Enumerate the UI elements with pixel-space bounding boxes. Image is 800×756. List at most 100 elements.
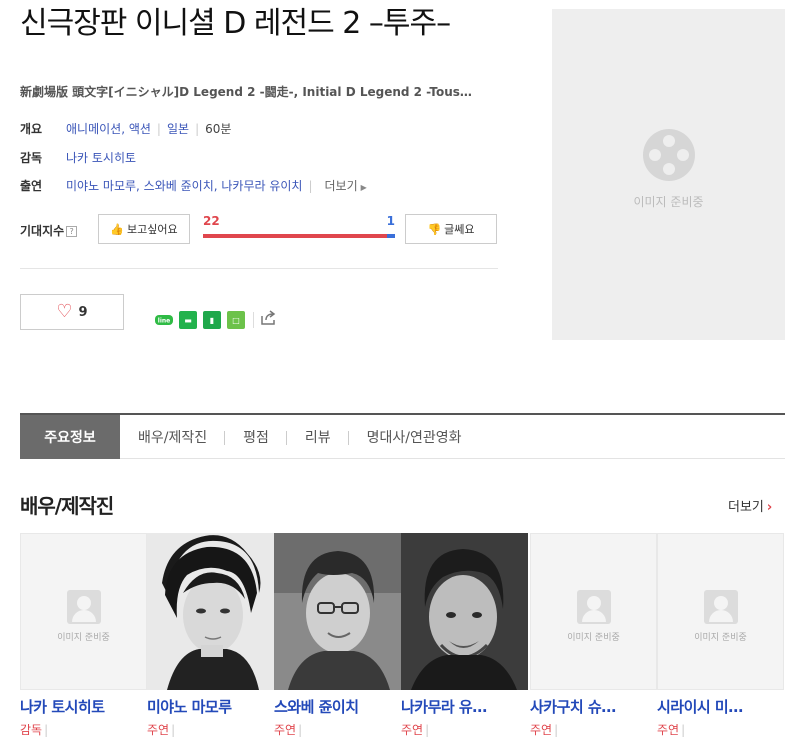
help-icon[interactable]: ? <box>66 226 78 237</box>
separator: | <box>195 121 200 136</box>
person-photo <box>401 533 528 690</box>
tab-quotes-related-label: 명대사/연관영화 <box>366 429 462 446</box>
overview-row: 개요 애니메이션, 액션 | 일본 | 60분 <box>20 120 231 137</box>
person-role-text: 주연 <box>530 723 553 737</box>
expectation-gauge: 22 1 <box>203 214 395 244</box>
not-sure-button[interactable]: 👎 글쎄요 <box>405 214 497 244</box>
tab-review[interactable]: 리뷰 <box>287 415 349 459</box>
band-share-icon[interactable]: ▬ <box>179 311 197 329</box>
tab-main-info[interactable]: 주요정보 <box>20 414 120 459</box>
no-count: 1 <box>386 214 395 228</box>
share-icon[interactable] <box>260 310 278 330</box>
separator: | <box>298 723 303 737</box>
gauge-bar <box>203 234 395 238</box>
photo-placeholder-text: 이미지 준비중 <box>567 633 620 643</box>
person-card[interactable]: 스와베 쥰이치 주연 | <box>274 533 401 753</box>
cast-more-label: 더보기 <box>324 179 358 193</box>
tab-cast-crew-label: 배우/제작진 <box>138 429 208 446</box>
cast-links[interactable]: 미야노 마모루, 스와베 쥰이치, 나카무라 유이치 <box>66 177 302 194</box>
person-role-text: 주연 <box>147 723 170 737</box>
bookmark-share-icon[interactable]: ▮ <box>203 311 221 329</box>
person-silhouette-icon <box>66 590 101 624</box>
section-more-link[interactable]: 더보기 › <box>728 496 772 515</box>
clip-share-icon[interactable]: □ <box>227 311 245 329</box>
want-count: 22 <box>203 214 220 228</box>
want-to-see-label: 보고싶어요 <box>127 223 178 236</box>
director-link[interactable]: 나카 토시히토 <box>66 149 136 166</box>
photo-placeholder-text: 이미지 준비중 <box>57 633 110 643</box>
like-count: 9 <box>78 304 88 320</box>
person-role: 주연 | <box>530 721 657 738</box>
person-photo-placeholder: 이미지 준비중 <box>530 533 657 690</box>
cast-more-link[interactable]: 더보기 ▶ <box>325 177 367 194</box>
poster-placeholder-text: 이미지 준비중 <box>633 195 704 209</box>
person-card[interactable]: 이미지 준비중 사카구치 슈… 주연 | <box>530 533 657 753</box>
share-divider <box>253 312 254 328</box>
section-more-label: 더보기 <box>728 500 764 515</box>
person-role: 주연 | <box>657 721 784 738</box>
cast-list: 이미지 준비중 나카 토시히토 감독 | 미야노 마모루 주연 | 스와베 쥰이… <box>20 533 786 753</box>
line-share-icon[interactable]: line <box>155 311 173 329</box>
heart-icon: ♡ <box>56 301 73 322</box>
original-title: 新劇場版 頭文字[イニシャル]D Legend 2 -闘走-, Initial … <box>20 85 472 99</box>
person-photo <box>274 533 401 690</box>
separator: | <box>554 723 559 737</box>
person-role-text: 주연 <box>657 723 680 737</box>
tab-quotes-related[interactable]: 명대사/연관영화 <box>349 415 480 459</box>
director-label: 감독 <box>20 151 43 165</box>
runtime: 60분 <box>205 122 232 136</box>
tab-bar: 주요정보 배우/제작진 평점 리뷰 명대사/연관영화 <box>20 413 785 459</box>
director-row: 감독 나카 토시히토 <box>20 149 136 166</box>
divider <box>20 268 498 269</box>
want-to-see-button[interactable]: 👍 보고싶어요 <box>98 214 190 244</box>
person-role: 주연 | <box>274 721 401 738</box>
cast-row: 출연 미야노 마모루, 스와베 쥰이치, 나카무라 유이치 | 더보기 ▶ <box>20 177 367 194</box>
person-card[interactable]: 미야노 마모루 주연 | <box>147 533 274 753</box>
person-name[interactable]: 나카무라 유… <box>401 696 523 717</box>
gauge-fill-want <box>203 234 387 238</box>
person-name[interactable]: 스와베 쥰이치 <box>274 696 396 717</box>
separator: | <box>171 723 176 737</box>
country-link[interactable]: 일본 <box>167 120 189 137</box>
chevron-right-icon: › <box>766 500 773 515</box>
tab-review-label: 리뷰 <box>304 429 331 446</box>
expectation-label: 기대지수? <box>20 222 78 239</box>
thumbs-up-icon: 👍 <box>110 222 125 236</box>
person-photo-placeholder: 이미지 준비중 <box>657 533 784 690</box>
overview-label: 개요 <box>20 122 43 136</box>
svg-text:line: line <box>158 318 170 325</box>
genre-link[interactable]: 애니메이션, 액션 <box>66 120 151 137</box>
cast-label: 출연 <box>20 179 43 193</box>
person-card[interactable]: 나카무라 유… 주연 | <box>401 533 528 753</box>
chevron-right-icon: ▶ <box>360 183 367 192</box>
expectation-index: 기대지수? 👍 보고싶어요 22 1 👎 글쎄요 <box>20 214 500 244</box>
tab-cast-crew[interactable]: 배우/제작진 <box>120 415 226 459</box>
person-card[interactable]: 이미지 준비중 나카 토시히토 감독 | <box>20 533 147 753</box>
not-sure-label: 글쎄요 <box>444 223 475 236</box>
separator: | <box>44 723 49 737</box>
person-role-text: 주연 <box>401 723 424 737</box>
expectation-label-text: 기대지수 <box>20 224 65 238</box>
share-bar: line ▬ ▮ □ <box>155 310 278 330</box>
person-role: 감독 | <box>20 721 147 738</box>
film-reel-icon <box>642 129 695 181</box>
person-role-text: 주연 <box>274 723 297 737</box>
person-role: 주연 | <box>147 721 274 738</box>
person-silhouette-icon <box>703 590 738 624</box>
person-name[interactable]: 미야노 마모루 <box>147 696 269 717</box>
separator: | <box>156 121 161 136</box>
person-photo <box>147 533 274 690</box>
poster-placeholder: 이미지 준비중 <box>552 9 785 340</box>
photo-placeholder-text: 이미지 준비중 <box>694 633 747 643</box>
separator: | <box>681 723 686 737</box>
person-card[interactable]: 이미지 준비중 시라이시 미… 주연 | <box>657 533 784 753</box>
person-name[interactable]: 나카 토시히토 <box>20 696 142 717</box>
tab-rating[interactable]: 평점 <box>225 415 287 459</box>
person-name[interactable]: 사카구치 슈… <box>530 696 652 717</box>
tab-rating-label: 평점 <box>243 429 269 446</box>
separator: | <box>308 178 313 193</box>
person-role: 주연 | <box>401 721 528 738</box>
person-name[interactable]: 시라이시 미… <box>657 696 779 717</box>
like-button[interactable]: ♡ 9 <box>20 294 124 330</box>
thumbs-down-icon: 👎 <box>427 222 442 236</box>
